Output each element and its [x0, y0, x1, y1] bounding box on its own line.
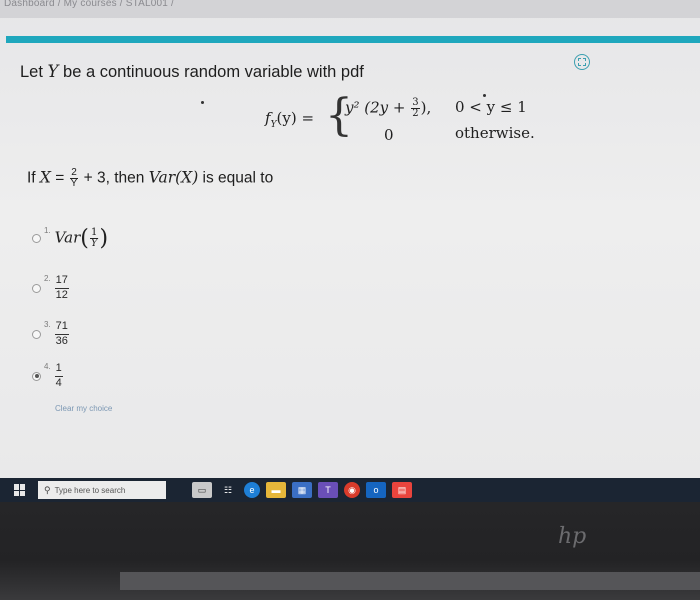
- chrome-icon[interactable]: ◉: [344, 482, 360, 498]
- option-3-number: 3.: [44, 320, 51, 329]
- option-4-radio[interactable]: [32, 371, 41, 381]
- windows-start-icon[interactable]: [14, 484, 26, 496]
- option-1-label: Var(1 Y): [54, 226, 109, 251]
- windows-taskbar: ⚲ Type here to search ▭ ☷ e ▬ ▦ T ◉ o ▤: [0, 478, 700, 502]
- laptop-bezel: hp: [0, 502, 700, 600]
- option-4-number: 4.: [44, 362, 51, 371]
- pdf-argument: (y) =: [276, 109, 315, 127]
- outlook-icon[interactable]: o: [366, 482, 386, 498]
- pdf-case-1: y² (2y + 3 2),: [345, 98, 431, 119]
- pdf-case-2: 0: [384, 126, 394, 144]
- if-suffix: is equal to: [198, 169, 274, 187]
- question-header-bar: [6, 36, 700, 43]
- if-fraction: 2Y: [69, 167, 79, 189]
- if-prefix: If: [27, 169, 40, 187]
- app-icon[interactable]: ▤: [392, 482, 412, 498]
- widgets-icon[interactable]: ☷: [218, 482, 238, 498]
- task-view-icon[interactable]: ▭: [192, 482, 212, 498]
- if-plus: + 3, then: [79, 169, 149, 187]
- option-4-fraction: 1 4: [54, 362, 63, 389]
- option-1-number: 1.: [44, 226, 51, 235]
- option-1-fraction: 1Y: [89, 227, 99, 249]
- intro-suffix: be a continuous random variable with pdf: [58, 63, 364, 81]
- option-3-fraction: 71 36: [54, 320, 69, 347]
- intro-variable: Y: [47, 62, 59, 81]
- answer-option-1[interactable]: 1. Var(1 Y): [32, 226, 108, 251]
- file-explorer-icon[interactable]: ▬: [266, 482, 286, 498]
- answer-option-4[interactable]: 4. 1 4: [32, 362, 63, 391]
- edge-browser-icon[interactable]: e: [244, 482, 260, 498]
- option-3-radio[interactable]: [32, 329, 41, 339]
- pdf-case-1-expr: y² (2y +: [345, 98, 411, 117]
- pdf-fraction: 32: [411, 97, 420, 119]
- fullscreen-icon[interactable]: [574, 54, 590, 70]
- option-2-fraction: 17 12: [54, 274, 69, 301]
- search-placeholder: Type here to search: [54, 485, 126, 495]
- pdf-lhs: fY(y) =: [265, 109, 314, 130]
- variance-expression: Var(X): [148, 168, 199, 187]
- stray-dot: [201, 101, 204, 104]
- taskbar-search-input[interactable]: ⚲ Type here to search: [38, 481, 166, 499]
- clear-choice-link[interactable]: Clear my choice: [55, 404, 112, 413]
- pdf-condition-1: 0 < y ≤ 1: [455, 98, 527, 116]
- option-1-radio[interactable]: [32, 234, 41, 243]
- question-stem: If X = 2Y + 3, then Var(X) is equal to: [27, 168, 273, 189]
- laptop-hinge: [120, 572, 700, 590]
- search-icon: ⚲: [44, 484, 51, 495]
- pdf-formula: fY(y) = { y² (2y + 3 2), 0 0 < y ≤ 1 othe…: [265, 94, 565, 156]
- intro-prefix: Let: [20, 63, 48, 81]
- if-variable: X: [39, 168, 51, 187]
- option-2-radio[interactable]: [32, 283, 41, 293]
- pdf-case-1-close: ),: [420, 98, 432, 117]
- browser-screen: Dashboard / My courses / STAL001 / Let Y…: [0, 0, 700, 478]
- teams-icon[interactable]: T: [318, 482, 338, 498]
- breadcrumb[interactable]: Dashboard / My courses / STAL001 /: [0, 0, 700, 18]
- store-icon[interactable]: ▦: [292, 482, 312, 498]
- hp-logo: hp: [558, 524, 587, 549]
- answer-option-3[interactable]: 3. 71 36: [32, 320, 69, 349]
- question-intro: Let Y be a continuous random variable wi…: [20, 62, 364, 82]
- option-2-number: 2.: [44, 274, 51, 283]
- answer-option-2[interactable]: 2. 17 12: [32, 274, 69, 303]
- pdf-condition-2: otherwise.: [455, 124, 535, 142]
- if-equals: =: [50, 169, 69, 187]
